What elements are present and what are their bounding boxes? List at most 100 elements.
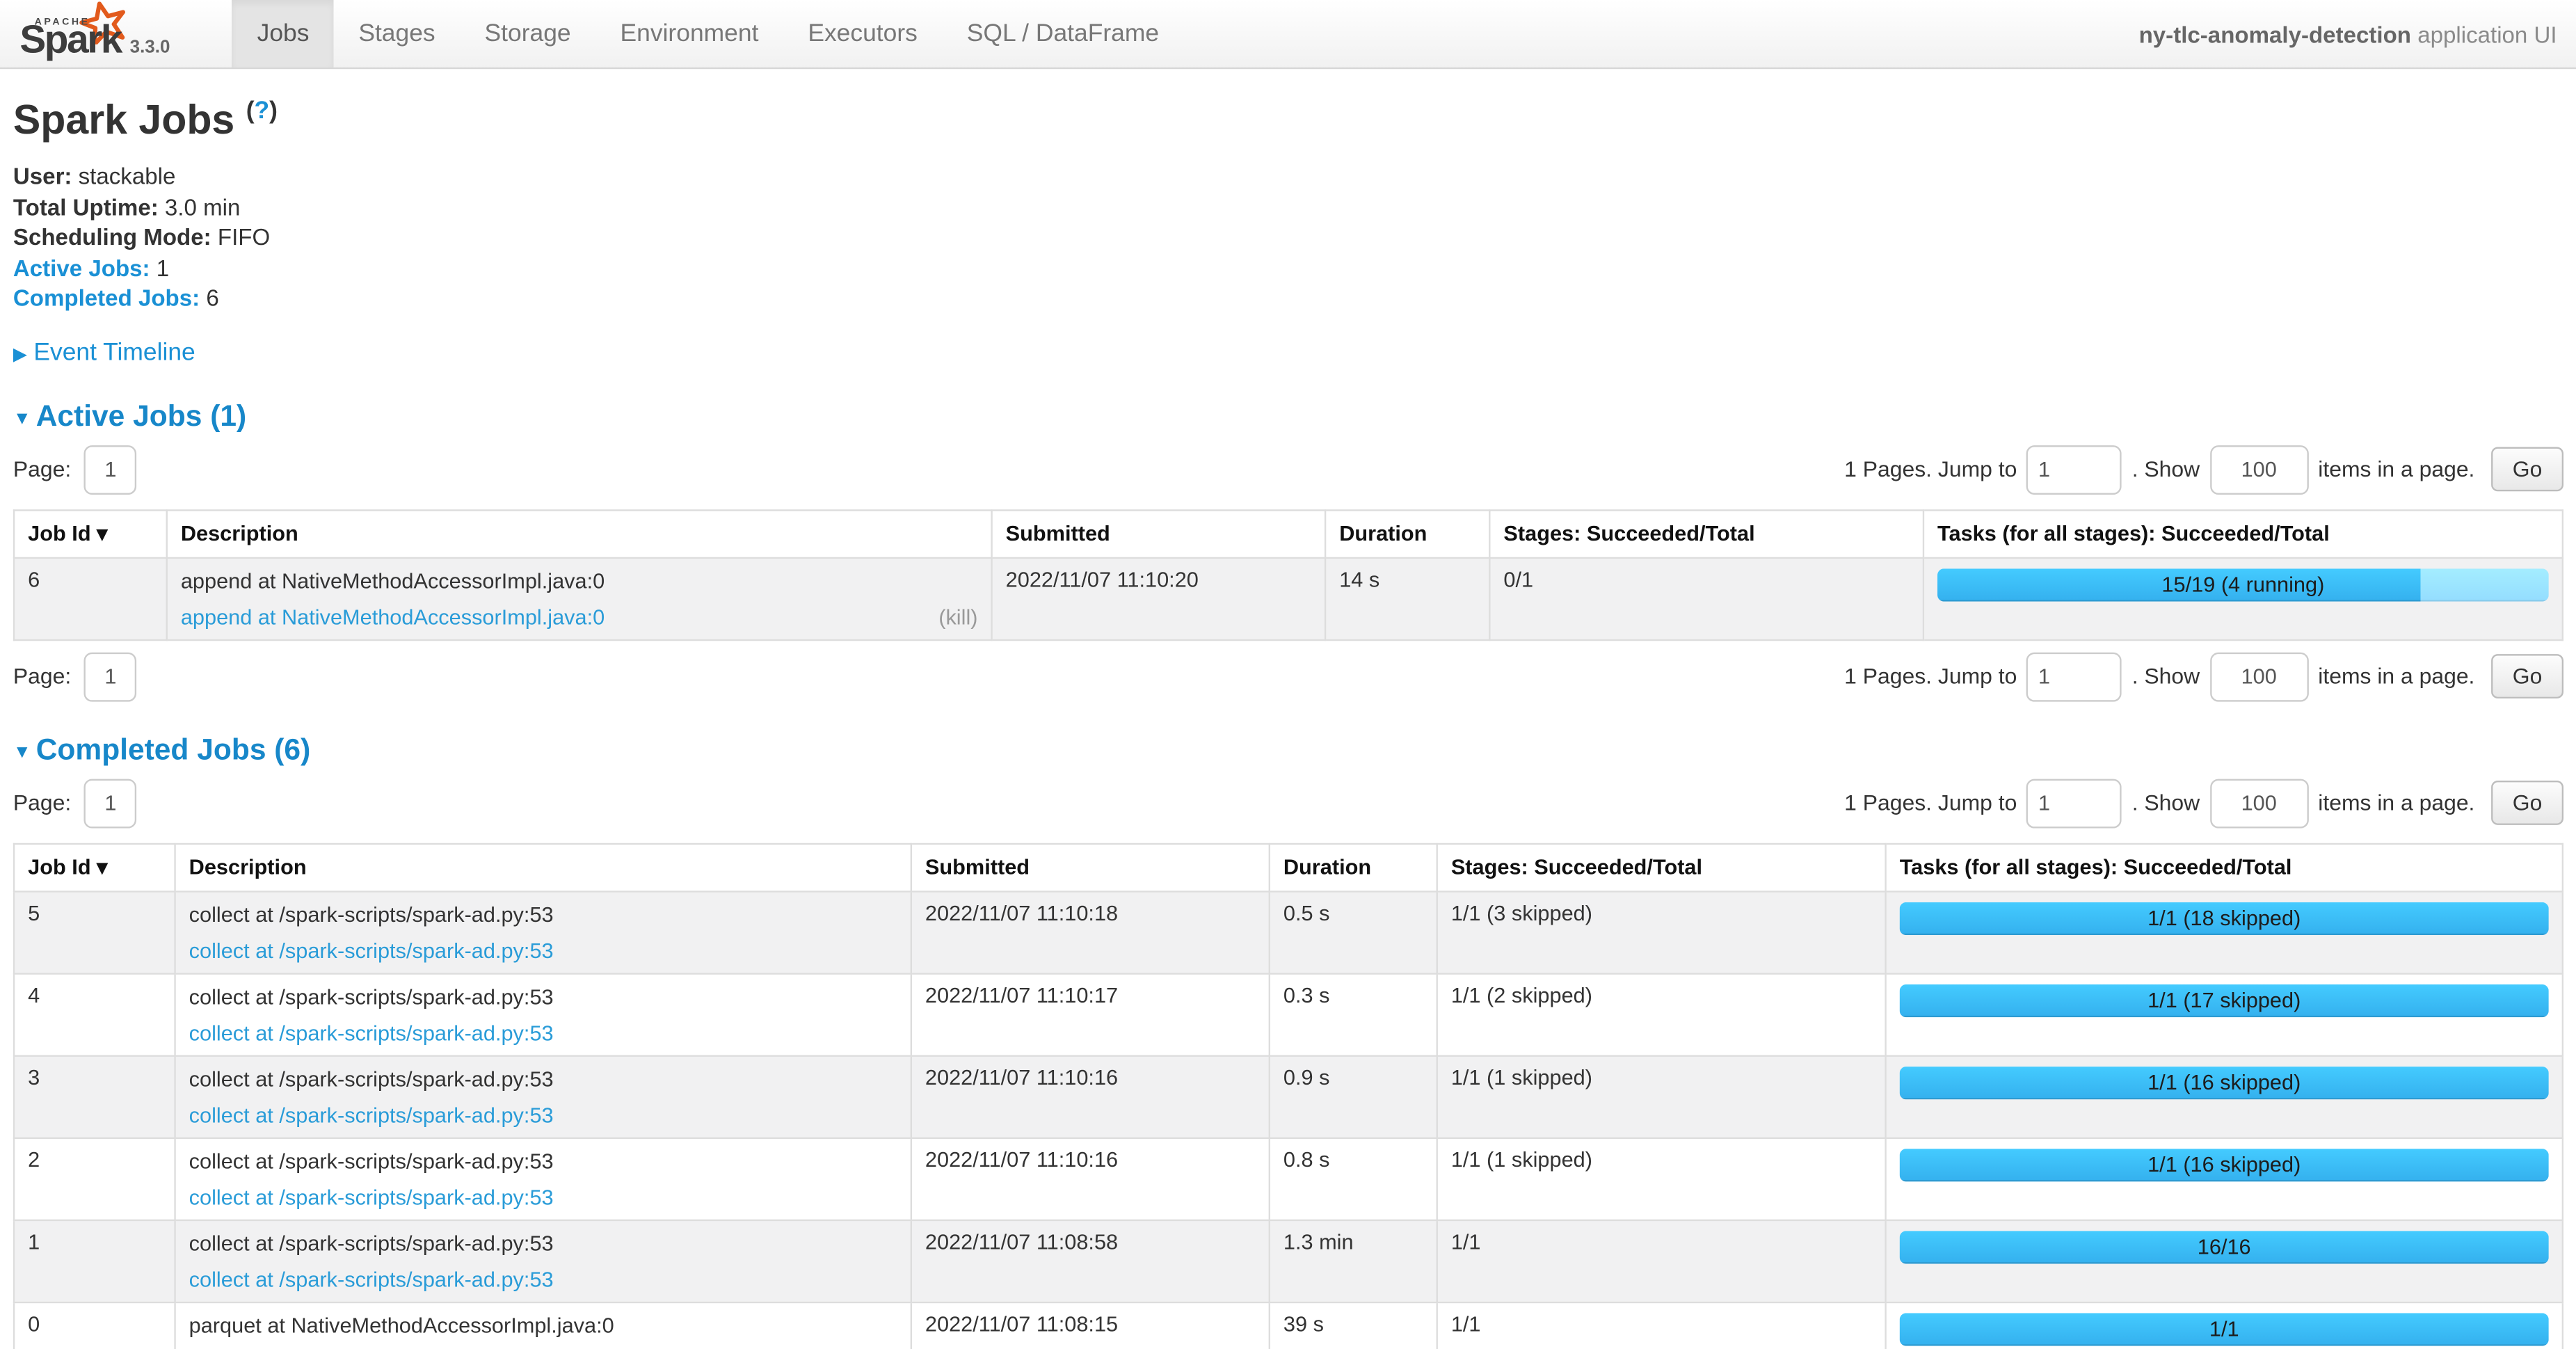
items-per-page-input[interactable] — [2209, 652, 2308, 701]
tasks-progress-bar: 1/1 (17 skipped) — [1900, 984, 2549, 1017]
duration-cell: 1.3 min — [1270, 1220, 1437, 1302]
page-number-input[interactable] — [84, 652, 137, 701]
application-ui-suffix: application UI — [2411, 21, 2557, 47]
pages-jump-text: 1 Pages. Jump to — [1844, 791, 2017, 815]
tab-stages[interactable]: Stages — [334, 0, 460, 67]
submitted-cell: 2022/11/07 11:08:15 — [911, 1302, 1270, 1349]
items-text: items in a page. — [2318, 664, 2474, 689]
submitted-cell: 2022/11/07 11:10:18 — [911, 891, 1270, 973]
active-jobs-table: Job Id ▾DescriptionSubmittedDurationStag… — [13, 509, 2563, 641]
show-text: . Show — [2132, 791, 2200, 815]
active-jobs-pagination-bottom: Page: 1 Pages. Jump to . Show items in a… — [13, 652, 2563, 701]
description-cell: append at NativeMethodAccessorImpl.java:… — [167, 558, 992, 640]
jump-to-page-input[interactable] — [2027, 779, 2122, 828]
stages-cell: 1/1 (2 skipped) — [1437, 973, 1886, 1055]
description-cell: collect at /spark-scripts/spark-ad.py:53… — [175, 1220, 911, 1302]
column-header-tasks-for-all-stages-succeeded-total[interactable]: Tasks (for all stages): Succeeded/Total — [1886, 844, 2563, 892]
table-row: 6 append at NativeMethodAccessorImpl.java… — [14, 558, 2563, 640]
column-header-description[interactable]: Description — [167, 510, 992, 558]
completed-jobs-header-row: Job Id ▾DescriptionSubmittedDurationStag… — [14, 844, 2563, 892]
description-cell: parquet at NativeMethodAccessorImpl.java… — [175, 1302, 911, 1349]
page-label: Page: — [13, 791, 71, 815]
stages-cell: 1/1 (3 skipped) — [1437, 891, 1886, 973]
tab-jobs[interactable]: Jobs — [232, 0, 334, 67]
summary-item: Active Jobs: 1 — [13, 253, 2563, 283]
column-header-duration[interactable]: Duration — [1270, 844, 1437, 892]
table-row: 3collect at /spark-scripts/spark-ad.py:5… — [14, 1055, 2563, 1138]
job-summary-list: User: stackableTotal Uptime: 3.0 minSche… — [13, 161, 2563, 314]
progress-label: 1/1 — [1900, 1313, 2549, 1346]
tasks-cell: 15/19 (4 running) — [1923, 558, 2563, 640]
column-header-job-id[interactable]: Job Id ▾ — [14, 510, 167, 558]
help-paren-open: ( — [246, 97, 255, 125]
summary-label: User: — [13, 163, 72, 190]
duration-cell: 39 s — [1270, 1302, 1437, 1349]
completed-jobs-heading[interactable]: ▼Completed Jobs (6) — [13, 733, 2563, 767]
column-header-description[interactable]: Description — [175, 844, 911, 892]
duration-cell: 0.3 s — [1270, 973, 1437, 1055]
description-link[interactable]: collect at /spark-scripts/spark-ad.py:53 — [189, 936, 554, 964]
column-header-submitted[interactable]: Submitted — [911, 844, 1270, 892]
column-header-duration[interactable]: Duration — [1325, 510, 1489, 558]
description-cell: collect at /spark-scripts/spark-ad.py:53… — [175, 891, 911, 973]
job-id-cell: 5 — [14, 891, 175, 973]
page-title: Spark Jobs (?) — [13, 97, 2563, 145]
help-link[interactable]: ? — [255, 97, 270, 125]
duration-cell: 14 s — [1325, 558, 1489, 640]
active-jobs-pagination-top: Page: 1 Pages. Jump to . Show items in a… — [13, 445, 2563, 495]
jump-to-page-input[interactable] — [2027, 652, 2122, 701]
column-header-job-id[interactable]: Job Id ▾ — [14, 844, 175, 892]
spark-ui-page: APACHE Spark 3.3.0 JobsStagesStorageEnvi… — [0, 0, 2576, 1349]
column-header-submitted[interactable]: Submitted — [992, 510, 1326, 558]
jump-to-page-input[interactable] — [2027, 445, 2122, 495]
description-text: parquet at NativeMethodAccessorImpl.java… — [189, 1311, 897, 1339]
page-label: Page: — [13, 664, 71, 689]
description-link[interactable]: collect at /spark-scripts/spark-ad.py:53 — [189, 1101, 554, 1128]
page-number-input[interactable] — [84, 779, 137, 828]
table-row: 0parquet at NativeMethodAccessorImpl.jav… — [14, 1302, 2563, 1349]
active-jobs-heading[interactable]: ▼Active Jobs (1) — [13, 399, 2563, 434]
show-text: . Show — [2132, 457, 2200, 481]
description-link[interactable]: append at NativeMethodAccessorImpl.java:… — [181, 603, 605, 631]
page-number-input[interactable] — [84, 445, 137, 495]
stages-cell: 1/1 — [1437, 1302, 1886, 1349]
items-per-page-input[interactable] — [2209, 779, 2308, 828]
progress-label: 16/16 — [1900, 1231, 2549, 1263]
page-label: Page: — [13, 457, 71, 481]
description-text: collect at /spark-scripts/spark-ad.py:53 — [189, 1064, 897, 1092]
stages-cell: 1/1 (1 skipped) — [1437, 1138, 1886, 1220]
kill-link[interactable]: (kill) — [938, 603, 977, 631]
job-id-cell: 6 — [14, 558, 167, 640]
navbar: APACHE Spark 3.3.0 JobsStagesStorageEnvi… — [0, 0, 2576, 69]
help-paren-close: ) — [269, 97, 278, 125]
tasks-progress-bar: 15/19 (4 running) — [1937, 568, 2549, 601]
go-button[interactable]: Go — [2491, 781, 2563, 826]
tab-storage[interactable]: Storage — [460, 0, 595, 67]
spark-version: 3.3.0 — [130, 38, 170, 62]
summary-label[interactable]: Active Jobs: — [13, 255, 150, 281]
event-timeline-toggle[interactable]: ▶Event Timeline — [13, 338, 195, 366]
table-row: 4collect at /spark-scripts/spark-ad.py:5… — [14, 973, 2563, 1055]
tasks-cell: 1/1 (16 skipped) — [1886, 1055, 2563, 1138]
tab-executors[interactable]: Executors — [783, 0, 942, 67]
description-text: collect at /spark-scripts/spark-ad.py:53 — [189, 900, 897, 928]
tab-environment[interactable]: Environment — [595, 0, 783, 67]
spark-logo: APACHE Spark — [19, 6, 121, 62]
description-link[interactable]: collect at /spark-scripts/spark-ad.py:53 — [189, 1019, 554, 1046]
tab-sql-dataframe[interactable]: SQL / DataFrame — [942, 0, 1183, 67]
progress-label: 1/1 (17 skipped) — [1900, 984, 2549, 1017]
go-button[interactable]: Go — [2491, 447, 2563, 492]
progress-label: 15/19 (4 running) — [1937, 568, 2549, 601]
summary-label[interactable]: Completed Jobs: — [13, 285, 200, 311]
collapse-arrow-icon: ▼ — [13, 742, 31, 762]
column-header-tasks-for-all-stages-succeeded-total[interactable]: Tasks (for all stages): Succeeded/Total — [1923, 510, 2563, 558]
description-link[interactable]: collect at /spark-scripts/spark-ad.py:53 — [189, 1183, 554, 1211]
items-per-page-input[interactable] — [2209, 445, 2308, 495]
table-row: 2collect at /spark-scripts/spark-ad.py:5… — [14, 1138, 2563, 1220]
go-button[interactable]: Go — [2491, 655, 2563, 699]
duration-cell: 0.9 s — [1270, 1055, 1437, 1138]
description-link[interactable]: collect at /spark-scripts/spark-ad.py:53 — [189, 1265, 554, 1293]
column-header-stages-succeeded-total[interactable]: Stages: Succeeded/Total — [1489, 510, 1923, 558]
column-header-stages-succeeded-total[interactable]: Stages: Succeeded/Total — [1437, 844, 1886, 892]
spark-brand: APACHE Spark 3.3.0 — [0, 0, 190, 67]
